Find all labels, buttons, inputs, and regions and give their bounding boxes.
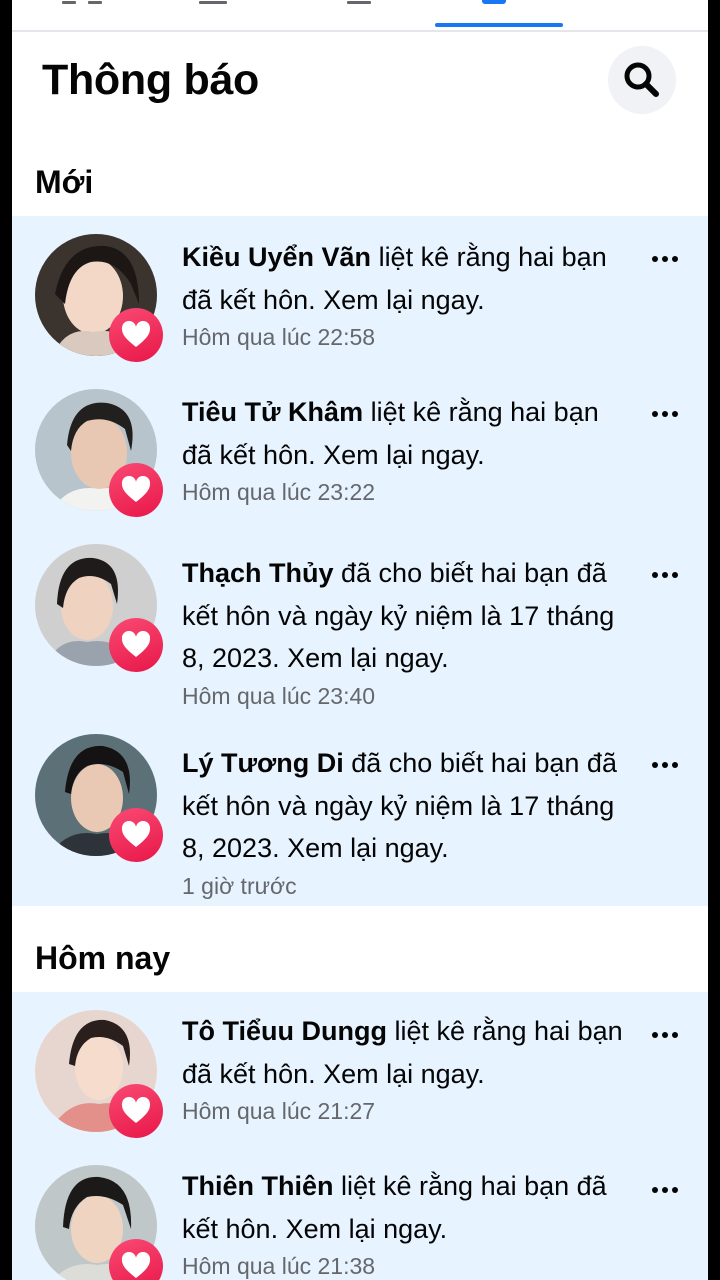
active-tab-indicator [435,23,563,27]
avatar[interactable] [35,734,163,862]
notification-item[interactable]: Thạch Thủy đã cho biết hai bạn đã kết hô… [12,526,708,716]
heart-badge [109,1084,163,1138]
notification-sender[interactable]: Thiên Thiên [182,1171,334,1201]
more-options-icon [652,256,658,262]
search-icon [624,62,659,97]
avatar[interactable] [35,1165,163,1280]
more-options-button[interactable] [652,404,678,424]
more-options-button[interactable] [652,1025,678,1045]
more-options-icon [652,572,658,578]
tab-friends[interactable] [187,0,267,30]
notification-time: 1 giờ trước [182,873,297,899]
heart-badge [109,308,163,362]
more-options-button[interactable] [652,565,678,585]
section-title-new: Mới [35,164,94,200]
more-options-icon [652,762,658,768]
heart-badge [109,808,163,862]
notification-item[interactable]: Lý Tương Di đã cho biết hai bạn đã kết h… [12,716,708,906]
heart-badge [109,1239,163,1280]
notification-text: Thiên Thiên liệt kê rằng hai bạn đã kết … [182,1165,632,1250]
heart-icon [121,821,151,847]
notification-time: Hôm qua lúc 21:38 [182,1253,376,1279]
notification-text: Kiều Uyển Vãn liệt kê rằng hai bạn đã kế… [182,236,632,321]
notifications-screen: Thông báo Mới Kiều Uyển Vãn liệt kê rằng… [12,0,708,1280]
notification-sender[interactable]: Thạch Thủy [182,558,334,588]
tab-home[interactable] [52,0,142,30]
more-options-icon [652,1032,658,1038]
tab-menu[interactable] [337,0,417,30]
notification-item[interactable]: Thiên Thiên liệt kê rằng hai bạn đã kết … [12,1147,708,1280]
tab-notifications-icon [482,0,506,4]
notification-item[interactable]: Kiều Uyển Vãn liệt kê rằng hai bạn đã kế… [12,216,708,371]
avatar[interactable] [35,544,163,672]
avatar[interactable] [35,1010,163,1138]
notification-text: Tô Tiểuu Dungg liệt kê rằng hai bạn đã k… [182,1010,632,1095]
more-options-button[interactable] [652,755,678,775]
page-title: Thông báo [42,56,260,104]
heart-icon [121,631,151,657]
more-options-icon [652,411,658,417]
heart-badge [109,618,163,672]
notification-sender[interactable]: Lý Tương Di [182,748,344,778]
avatar[interactable] [35,389,163,517]
notification-item[interactable]: Tiêu Tử Khâm liệt kê rằng hai bạn đã kết… [12,371,708,526]
top-tab-bar [12,0,708,32]
notification-time: Hôm qua lúc 23:22 [182,479,376,505]
notification-sender[interactable]: Kiều Uyển Vãn [182,242,371,272]
notification-item[interactable]: Tô Tiểuu Dungg liệt kê rằng hai bạn đã k… [12,992,708,1147]
more-options-button[interactable] [652,1180,678,1200]
heart-badge [109,463,163,517]
notification-text: Thạch Thủy đã cho biết hai bạn đã kết hô… [182,552,632,680]
notification-sender[interactable]: Tiêu Tử Khâm [182,397,363,427]
today-notifications-group: Tô Tiểuu Dungg liệt kê rằng hai bạn đã k… [12,992,708,1280]
heart-icon [121,1252,151,1278]
section-title-today: Hôm nay [35,940,171,976]
notification-time: Hôm qua lúc 22:58 [182,324,376,350]
avatar[interactable] [35,234,163,362]
notification-time: Hôm qua lúc 23:40 [182,683,376,709]
more-options-icon [652,1187,658,1193]
search-button[interactable] [608,46,676,114]
heart-icon [121,476,151,502]
notification-text: Tiêu Tử Khâm liệt kê rằng hai bạn đã kết… [182,391,632,476]
heart-icon [121,1097,151,1123]
notification-sender[interactable]: Tô Tiểuu Dungg [182,1016,387,1046]
heart-icon [121,321,151,347]
more-options-button[interactable] [652,249,678,269]
new-notifications-group: Kiều Uyển Vãn liệt kê rằng hai bạn đã kế… [12,216,708,906]
notification-text: Lý Tương Di đã cho biết hai bạn đã kết h… [182,742,632,870]
notification-time: Hôm qua lúc 21:27 [182,1098,376,1124]
